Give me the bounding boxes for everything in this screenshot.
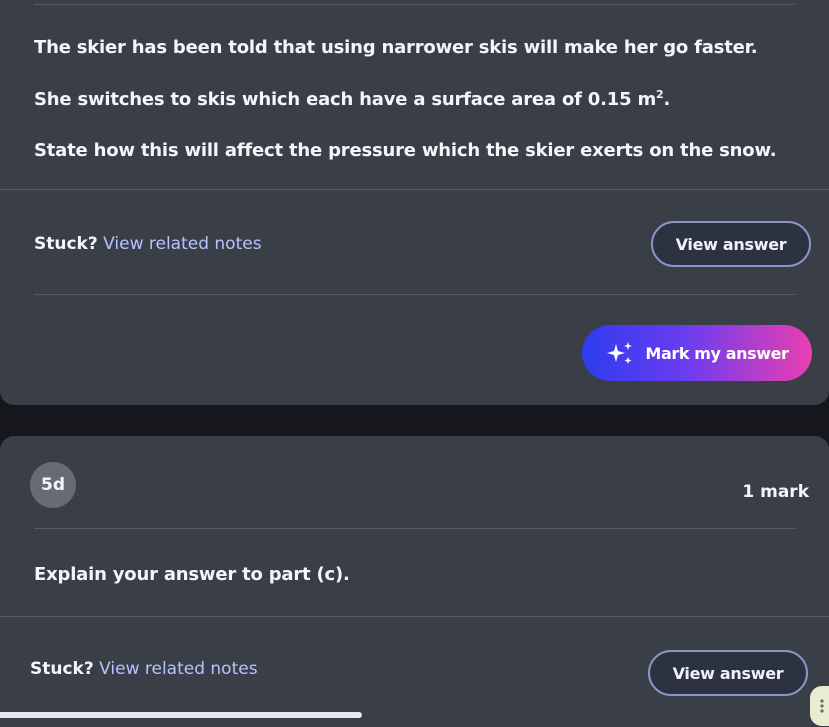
divider [0,189,829,190]
question-text-line-2-end: . [663,89,671,110]
divider [0,616,829,617]
page: The skier has been told that using narro… [0,0,829,727]
grip-icon [820,699,824,713]
marks-label: 1 mark [742,482,809,502]
divider [34,4,795,5]
divider [34,294,795,295]
question-text-line-1: The skier has been told that using narro… [34,37,758,58]
question-prompt: Explain your answer to part (c). [34,564,350,585]
stuck-label: Stuck? [30,659,94,679]
view-related-notes-link[interactable]: View related notes [99,659,257,679]
mark-my-answer-button[interactable]: Mark my answer [582,325,812,381]
view-related-notes-link[interactable]: View related notes [103,234,261,254]
mark-my-answer-label: Mark my answer [645,343,789,363]
stuck-label: Stuck? [34,234,98,254]
unit-exponent: 2 [656,88,664,101]
view-answer-button[interactable]: View answer [648,650,808,696]
question-number-badge: 5d [30,462,76,508]
stuck-help: Stuck? View related notes [30,659,258,679]
progress-bar [0,712,362,718]
stuck-help: Stuck? View related notes [34,234,262,254]
sparkle-icon [605,341,635,365]
question-text-line-2: She switches to skis which each have a s… [34,88,670,110]
question-card-5c: The skier has been told that using narro… [0,0,829,405]
divider [34,528,795,529]
scroll-handle[interactable] [810,686,829,726]
question-text-line-2-main: She switches to skis which each have a s… [34,89,657,110]
question-text-line-3: State how this will affect the pressure … [34,140,777,161]
view-answer-button[interactable]: View answer [651,221,811,267]
